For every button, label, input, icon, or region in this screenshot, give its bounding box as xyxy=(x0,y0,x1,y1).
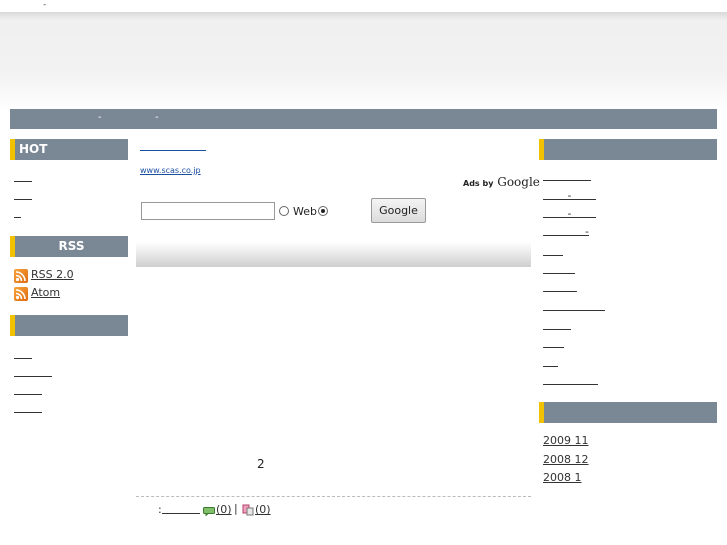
hot-heading-label: HOT xyxy=(19,142,48,156)
entry-title-link[interactable] xyxy=(140,141,206,151)
atom-link[interactable]: Atom xyxy=(31,286,60,299)
left-third-link-4[interactable] xyxy=(14,403,42,413)
rss-feed-icon xyxy=(14,269,28,283)
nav-item-1[interactable]: - xyxy=(98,112,102,123)
left-third-link-2[interactable] xyxy=(14,367,52,377)
comment-icon xyxy=(203,506,215,517)
right-link-1[interactable] xyxy=(543,171,591,181)
right-link-7[interactable] xyxy=(543,282,577,292)
trackback-icon xyxy=(242,504,254,516)
hot-link-1[interactable] xyxy=(14,172,32,182)
footer-separator: | xyxy=(234,502,238,515)
ad-url-link[interactable]: www.scas.co.jp xyxy=(140,166,201,175)
right-link-2[interactable]: - xyxy=(543,189,596,202)
right-link-9[interactable] xyxy=(543,320,571,330)
google-search-button[interactable]: Google xyxy=(371,198,426,223)
google-brand: Google xyxy=(497,175,540,189)
search-input[interactable] xyxy=(141,202,275,220)
rss-heading-label: RSS xyxy=(58,239,85,253)
hot-link-2[interactable] xyxy=(14,190,32,200)
ads-by-label: Ads by xyxy=(463,179,494,188)
header-banner xyxy=(0,12,727,112)
nav-item-2[interactable]: - xyxy=(155,112,159,123)
right-link-3[interactable]: - xyxy=(543,207,596,220)
radio-web-label: Web xyxy=(293,205,317,218)
right-link-4[interactable]: - xyxy=(543,225,589,238)
archive-link-2008-12[interactable]: 2008 12 xyxy=(543,453,589,466)
right-top-heading xyxy=(539,139,717,160)
right-link-6[interactable] xyxy=(543,264,575,274)
right-link-12[interactable] xyxy=(543,375,598,385)
radio-web[interactable] xyxy=(279,206,289,216)
left-third-link-3[interactable] xyxy=(14,385,42,395)
radio-site[interactable] xyxy=(318,206,328,216)
nav-bar: - - xyxy=(10,109,717,129)
atom-feed-icon xyxy=(14,287,28,301)
rss-heading: RSS xyxy=(10,236,128,257)
header-mark: - xyxy=(43,0,47,10)
content-divider-bar xyxy=(136,242,531,267)
hot-link-3[interactable] xyxy=(14,208,21,218)
hot-heading: HOT xyxy=(10,139,128,160)
archive-link-2008-1[interactable]: 2008 1 xyxy=(543,471,582,484)
archive-link-2009-11[interactable]: 2009 11 xyxy=(543,434,589,447)
right-link-11[interactable] xyxy=(543,357,558,367)
rss2-link[interactable]: RSS 2.0 xyxy=(31,268,74,281)
comments-count-link[interactable]: (0) xyxy=(216,503,232,516)
ads-by-google[interactable]: Ads by Google xyxy=(463,175,540,189)
entry-footer-link[interactable] xyxy=(162,504,200,514)
left-third-heading xyxy=(10,315,128,336)
right-link-10[interactable] xyxy=(543,338,564,348)
archive-heading xyxy=(539,402,717,423)
right-link-8[interactable] xyxy=(543,301,605,311)
page-number: 2 xyxy=(257,457,265,471)
trackbacks-count-link[interactable]: (0) xyxy=(255,503,271,516)
left-third-link-1[interactable] xyxy=(14,349,32,359)
right-link-5[interactable] xyxy=(543,246,563,256)
footer-divider xyxy=(136,496,531,497)
